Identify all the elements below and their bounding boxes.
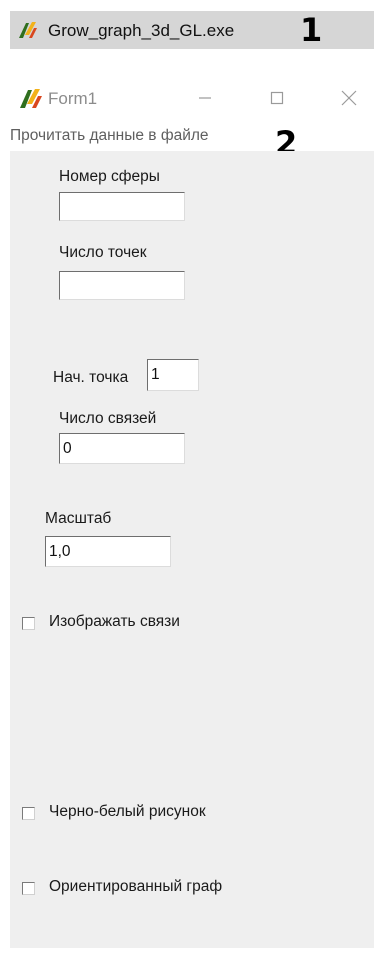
point-count-label: Число точек [59, 244, 147, 261]
scale-label: Масштаб [45, 510, 112, 527]
sphere-number-label: Номер сферы [59, 168, 160, 185]
link-count-input[interactable] [59, 433, 185, 464]
window-titlebar[interactable]: Form1 [10, 78, 374, 118]
black-white-checkbox-box[interactable] [22, 807, 35, 820]
close-button[interactable] [332, 82, 366, 114]
app-icon [18, 86, 44, 110]
form-client-area: Номер сферы Число точек Нач. точка Число… [10, 151, 374, 948]
window-title: Form1 [48, 89, 98, 108]
menu-bar: Прочитать данные в файле [10, 121, 374, 151]
directed-graph-checkbox-box[interactable] [22, 882, 35, 895]
directed-graph-label: Ориентированный граф [49, 878, 223, 895]
minimize-button[interactable] [188, 82, 222, 114]
black-white-label: Черно-белый рисунок [49, 803, 206, 820]
menu-item-read-file[interactable]: Прочитать данные в файле [10, 127, 209, 145]
taskbar-app-name: Grow_graph_3d_GL.exe [48, 21, 235, 40]
maximize-icon [270, 91, 284, 105]
show-links-checkbox-box[interactable] [22, 617, 35, 630]
maximize-button[interactable] [260, 82, 294, 114]
app-icon [17, 20, 39, 40]
annotation-marker-1: 1 [300, 11, 323, 49]
link-count-label: Число связей [59, 410, 157, 427]
show-links-label: Изображать связи [49, 613, 180, 630]
scale-input[interactable] [45, 536, 171, 567]
start-point-label: Нач. точка [53, 369, 129, 386]
close-icon [341, 90, 357, 106]
screenshot-root: Grow_graph_3d_GL.exe 1 Form1 Прочитать д… [0, 0, 377, 953]
sphere-number-input[interactable] [59, 192, 185, 221]
minimize-icon [199, 97, 211, 99]
point-count-input[interactable] [59, 271, 185, 300]
start-point-input[interactable] [147, 359, 199, 391]
